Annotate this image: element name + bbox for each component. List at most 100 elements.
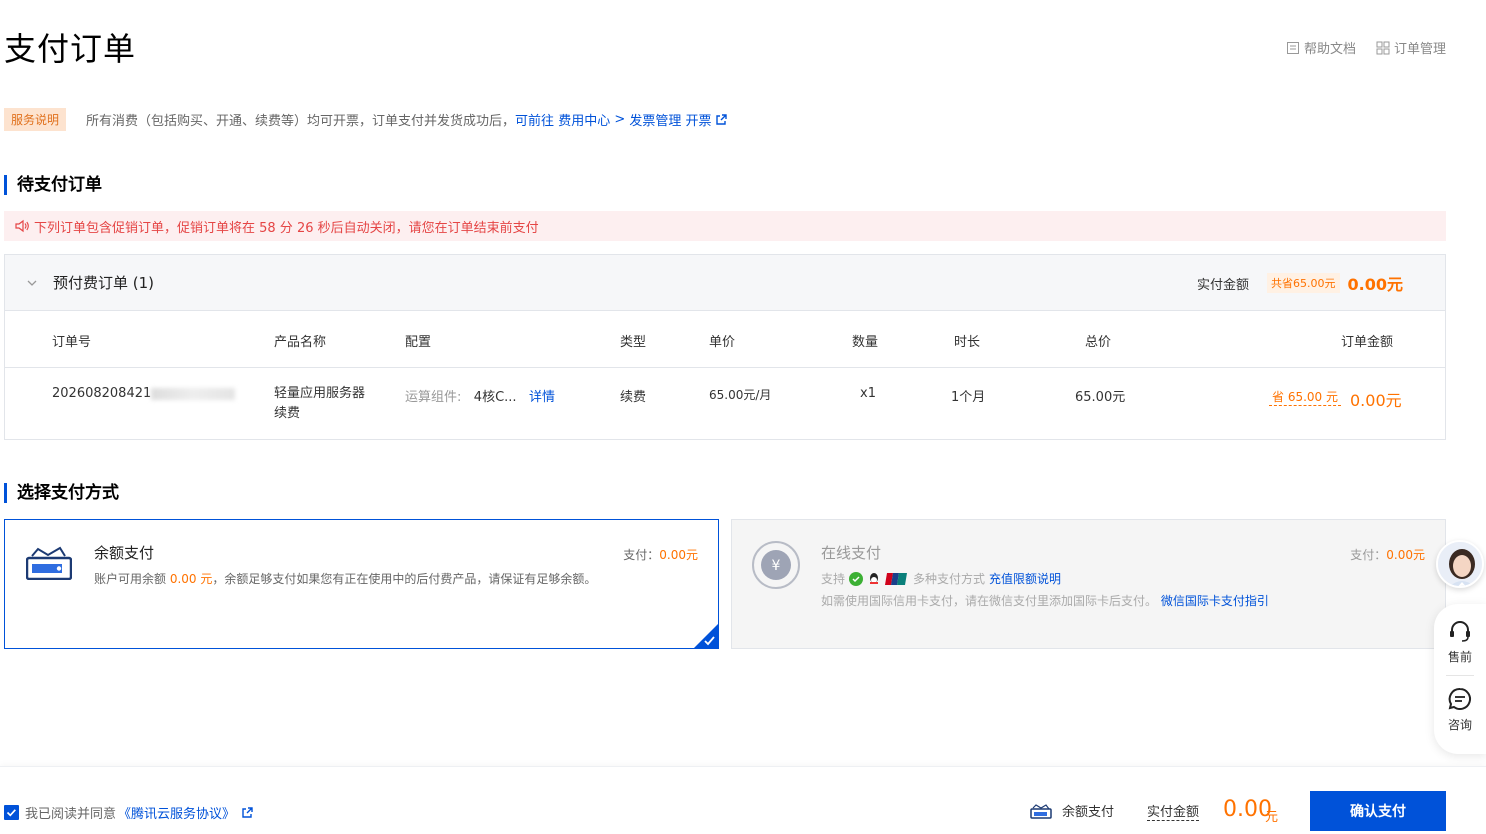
side-service-panel: 售前 咨询: [1434, 604, 1486, 754]
grid-icon: [1376, 41, 1390, 54]
help-docs-label: 帮助文档: [1303, 42, 1356, 57]
notice-text: 所有消费（包括购买、开通、续费等）均可开票，订单支付并发货成功后，: [86, 114, 516, 129]
help-docs-link[interactable]: 帮助文档: [1286, 38, 1356, 57]
headset-icon: [1450, 621, 1470, 642]
order-group-summary: 实付金额 共省65.00元 0.00元: [1197, 255, 1403, 311]
config-detail-link[interactable]: 详情: [529, 390, 555, 405]
qq-pay-icon: [870, 572, 879, 584]
order-management-link[interactable]: 订单管理: [1376, 38, 1446, 57]
confirm-pay-button[interactable]: 确认支付: [1310, 791, 1446, 831]
table-divider: [5, 367, 1445, 368]
online-payment-option[interactable]: ¥ 在线支付 支持 多种支付方式 充值限额说明 如需使用国际信用卡支付，请在微信…: [731, 519, 1446, 649]
col-total: 总价: [1085, 335, 1112, 350]
config-value: 4核C...: [473, 390, 517, 405]
col-duration: 时长: [954, 335, 981, 350]
footer-amount-label: 实付金额: [1147, 801, 1200, 821]
col-config: 配置: [405, 335, 432, 350]
wechat-intl-guide-link[interactable]: 微信国际卡支付指引: [1161, 594, 1269, 608]
notice-link-prefix: 可前往: [515, 114, 555, 129]
speaker-icon: [15, 219, 29, 233]
order-amount: 0.00元: [1350, 391, 1402, 410]
wallet-icon: [1030, 803, 1052, 819]
yuan-icon: ¥: [752, 541, 800, 589]
quantity: x1: [860, 386, 876, 401]
config-cell: 运算组件: 4核C... 详情: [405, 386, 555, 405]
order-group: 预付费订单 (1) 实付金额 共省65.00元 0.00元 订单号 产品名称 配…: [4, 254, 1446, 440]
assistant-avatar-icon: [1438, 542, 1482, 586]
pending-orders-title: 待支付订单: [4, 175, 102, 195]
svg-text:¥: ¥: [772, 558, 781, 574]
order-type: 续费: [620, 390, 647, 405]
chevron-down-icon[interactable]: [25, 276, 39, 290]
footer-bar: 我已阅读并同意 《腾讯云服务协议》 余额支付 实付金额 0.00 元 确认支付: [0, 766, 1486, 834]
col-order-no: 订单号: [52, 335, 92, 350]
agreement-row: 我已阅读并同意 《腾讯云服务协议》: [4, 803, 253, 822]
footer-method: 余额支付: [1030, 801, 1114, 820]
agreement-prefix: 我已阅读并同意: [25, 807, 117, 822]
external-link-icon: [715, 113, 727, 125]
footer-amount-unit: 元: [1265, 810, 1279, 825]
col-type: 类型: [620, 335, 647, 350]
online-pay-label: 支付：: [1350, 548, 1387, 562]
chat-bubble-icon: [1448, 687, 1471, 710]
service-agreement-link[interactable]: 《腾讯云服务协议》: [118, 803, 235, 822]
side-service-widget: 售前 咨询: [1434, 540, 1486, 754]
balance-amount: 0.00 元: [169, 572, 213, 586]
promo-warning: 下列订单包含促销订单，促销订单将在 58 分 26 秒后自动关闭，请您在订单结束…: [4, 211, 1446, 241]
support-label: 支持: [821, 572, 846, 586]
payment-method-title: 选择支付方式: [4, 483, 119, 503]
online-title: 在线支付: [821, 544, 882, 562]
order-group-header[interactable]: 预付费订单 (1) 实付金额 共省65.00元 0.00元: [5, 255, 1445, 311]
billing-center-link[interactable]: 费用中心: [558, 110, 610, 129]
service-badge: 服务说明: [4, 108, 67, 131]
balance-payment-option[interactable]: 余额支付 账户可用余额 0.00 元，余额足够支付如果您有正在使用中的后付费产品…: [4, 519, 719, 649]
open-invoice-link[interactable]: 开票: [686, 110, 712, 129]
total-price: 65.00元: [1075, 390, 1126, 405]
selected-check-icon: [694, 624, 718, 648]
balance-pay-label: 支付：: [623, 548, 660, 562]
footer-method-label: 余额支付: [1062, 805, 1115, 820]
agreement-checkbox[interactable]: [4, 805, 19, 820]
online-intl-line: 如需使用国际信用卡支付，请在微信支付里添加国际卡后支付。 微信国际卡支付指引: [821, 592, 1269, 609]
product-name-line1: 轻量应用服务器: [274, 386, 366, 401]
sum-amount: 0.00元: [1347, 275, 1403, 294]
wechat-pay-icon: [849, 571, 864, 586]
external-link-icon: [242, 806, 253, 818]
product-name: 轻量应用服务器 续费: [274, 384, 365, 424]
wallet-icon: [26, 546, 72, 580]
balance-desc-prefix: 账户可用余额: [94, 572, 167, 586]
sum-label: 实付金额: [1197, 277, 1250, 293]
online-pay: 支付：0.00元: [1350, 546, 1425, 563]
side-divider: [1446, 675, 1474, 676]
balance-pay-amount: 0.00元: [659, 548, 698, 562]
config-label: 运算组件:: [405, 390, 462, 405]
presale-label: 售前: [1447, 650, 1472, 664]
online-pay-amount: 0.00元: [1386, 548, 1425, 562]
col-order-amount: 订单金额: [1341, 335, 1394, 350]
online-support-line: 支持 多种支付方式 充值限额说明: [821, 570, 1061, 587]
balance-pay: 支付：0.00元: [623, 546, 698, 563]
intl-text: 如需使用国际信用卡支付，请在微信支付里添加国际卡后支付。: [821, 594, 1158, 608]
presale-button[interactable]: 售前: [1447, 618, 1473, 665]
assistant-avatar[interactable]: [1436, 540, 1484, 588]
consult-button[interactable]: 咨询: [1447, 686, 1473, 733]
document-icon: [1286, 41, 1299, 54]
order-management-label: 订单管理: [1393, 42, 1446, 57]
balance-desc: 账户可用余额 0.00 元，余额足够支付如果您有正在使用中的后付费产品，请保证有…: [94, 570, 596, 587]
balance-title: 余额支付: [94, 544, 155, 562]
col-unit-price: 单价: [709, 335, 736, 350]
unionpay-icon: [885, 572, 908, 585]
col-product: 产品名称: [274, 335, 327, 350]
order-number: 202608208421: [52, 386, 236, 401]
saved-amount[interactable]: 省 65.00 元: [1269, 388, 1341, 406]
page-title: 支付订单: [4, 30, 137, 68]
recharge-limit-link[interactable]: 充值限额说明: [989, 570, 1061, 587]
order-group-title: 预付费订单 (1): [53, 274, 155, 292]
notice-sep: >: [614, 112, 626, 127]
service-notice: 服务说明 所有消费（包括购买、开通、续费等）均可开票，订单支付并发货成功后， 可…: [4, 108, 727, 131]
duration: 1个月: [951, 390, 986, 405]
col-quantity: 数量: [852, 335, 879, 350]
promo-warning-text: 下列订单包含促销订单，促销订单将在 58 分 26 秒后自动关闭，请您在订单结束…: [34, 220, 539, 236]
invoice-management-link[interactable]: 发票管理: [629, 110, 681, 129]
unit-price: 65.00元/月: [709, 388, 772, 402]
